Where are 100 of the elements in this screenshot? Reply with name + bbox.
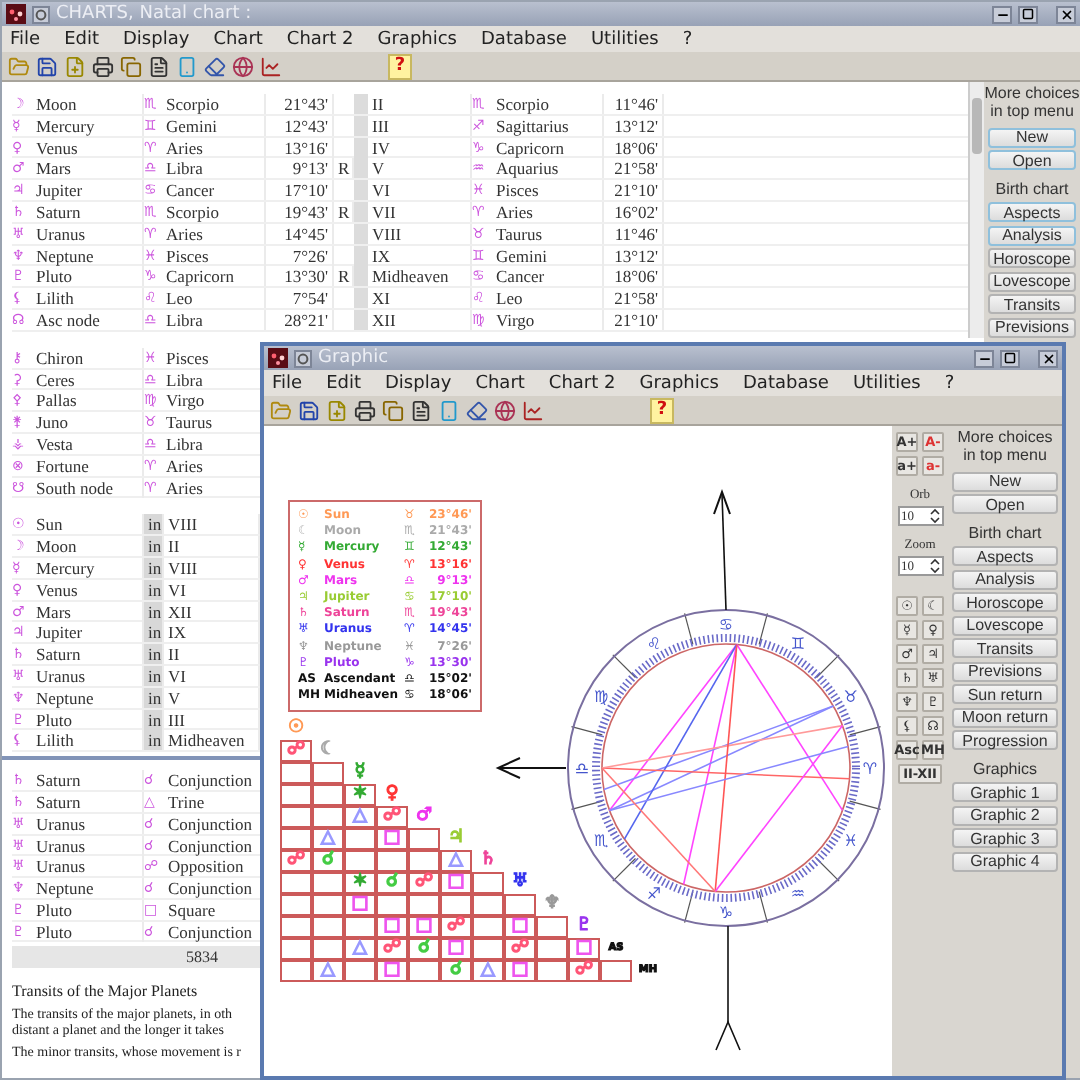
close-button[interactable]	[1056, 5, 1076, 23]
circle-icon[interactable]	[294, 349, 312, 367]
document-icon[interactable]	[410, 399, 432, 421]
zodiac-sign-glyph: ♍	[594, 688, 609, 706]
house-name: XII	[368, 309, 472, 330]
degree-value: 21°58'	[604, 158, 664, 179]
minimize-button[interactable]	[974, 349, 994, 367]
document-icon[interactable]	[148, 55, 170, 77]
house-name: V	[368, 158, 472, 179]
close-icon	[1059, 7, 1073, 21]
panel-button[interactable]: Graphic 1	[952, 782, 1058, 802]
panel-button[interactable]: Graphic 2	[952, 805, 1058, 825]
panel-button[interactable]: Open	[952, 494, 1058, 514]
point-name: Fortune	[32, 455, 144, 476]
printer-icon[interactable]	[354, 399, 376, 421]
panel-button[interactable]: Previsions	[988, 317, 1076, 337]
zodiac-sign-glyph: ♎	[574, 760, 590, 778]
menu-item[interactable]: Database	[743, 373, 829, 393]
degree-value: 9°13'	[266, 158, 334, 179]
eraser-icon[interactable]	[204, 55, 226, 77]
line-chart-icon[interactable]	[522, 399, 544, 421]
in-label: in	[144, 536, 164, 557]
aspect-glyph: ☍	[510, 940, 530, 958]
degree-value: 11°46'	[604, 223, 664, 244]
close-button[interactable]	[1038, 349, 1058, 367]
panel-button[interactable]: Previsions	[952, 661, 1058, 681]
panel-button[interactable]: Aspects	[952, 546, 1058, 566]
menu-item[interactable]: Graphics	[377, 29, 457, 49]
aspect-cell	[280, 806, 312, 828]
panel-button[interactable]: Aspects	[988, 202, 1076, 222]
panel-button[interactable]: Graphic 3	[952, 828, 1058, 848]
menu-item[interactable]: Utilities	[590, 29, 659, 49]
save-icon[interactable]	[36, 55, 58, 77]
menu-item[interactable]: Edit	[64, 29, 99, 49]
panel-heading: Graphics	[972, 759, 1037, 777]
house-name: Midheaven	[368, 266, 472, 287]
eraser-icon[interactable]	[466, 399, 488, 421]
save-icon[interactable]	[298, 399, 320, 421]
menu-item[interactable]: Display	[385, 373, 452, 393]
maximize-button[interactable]	[1000, 349, 1020, 367]
panel-button[interactable]: Analysis	[988, 225, 1076, 245]
minimize-button[interactable]	[992, 5, 1012, 23]
menu-item[interactable]: ?	[682, 29, 693, 49]
globe-icon[interactable]	[232, 55, 254, 77]
menu-item[interactable]: File	[10, 29, 41, 49]
menu-item[interactable]: Database	[481, 29, 567, 49]
sign-name: Aries	[162, 223, 266, 244]
panel-button[interactable]: Moon return	[952, 707, 1058, 727]
menu-item[interactable]: Edit	[326, 373, 361, 393]
aspect-glyph: ☌	[449, 962, 463, 980]
panel-button[interactable]: Horoscope	[988, 248, 1076, 268]
aspect-glyph: □	[383, 918, 401, 936]
panel-button[interactable]: New	[952, 471, 1058, 491]
globe-icon[interactable]	[494, 399, 516, 421]
menu-item[interactable]: Chart	[475, 373, 525, 393]
planet-name: Pluto	[32, 899, 144, 920]
menu-item[interactable]: Chart 2	[548, 373, 616, 393]
menu-item[interactable]: Utilities	[852, 373, 921, 393]
menu-item[interactable]: Display	[123, 29, 190, 49]
sign-name: Cancer	[492, 266, 604, 287]
menu-item[interactable]: Chart	[213, 29, 263, 49]
panel-button[interactable]: Transits	[952, 638, 1058, 658]
scrollbar[interactable]	[968, 82, 984, 338]
sign-name: Libra	[162, 158, 266, 179]
panel-button[interactable]: Lovescope	[988, 271, 1076, 291]
sign-name: Gemini	[162, 115, 266, 136]
panel-button[interactable]: Progression	[952, 730, 1058, 750]
planet-name: Lilith	[32, 288, 144, 309]
aspect-glyph: ☍	[574, 962, 594, 980]
menu-item[interactable]: ?	[944, 373, 955, 393]
close-icon	[1041, 351, 1055, 365]
panel-button[interactable]: Graphic 4	[952, 851, 1058, 871]
maximize-button[interactable]	[1018, 5, 1038, 23]
panel-button[interactable]: Sun return	[952, 684, 1058, 704]
aspect-glyph: △	[449, 852, 463, 870]
panel-button[interactable]: Open	[988, 150, 1076, 170]
sign-name: Leo	[162, 288, 266, 309]
aspect-glyph: ☍	[286, 852, 306, 870]
sign-name: Capricorn	[492, 137, 604, 158]
help-button[interactable]: ?	[388, 53, 412, 79]
menu-item[interactable]: File	[272, 373, 303, 393]
circle-icon[interactable]	[32, 5, 50, 23]
panel-button[interactable]: New	[988, 127, 1076, 147]
vertical-axis-line	[715, 925, 741, 1051]
degree-value: 18°06'	[604, 266, 664, 287]
menu-item[interactable]: Graphics	[639, 373, 719, 393]
point-name: South node	[32, 477, 144, 498]
panel-button[interactable]: Horoscope	[952, 592, 1058, 612]
panel-button[interactable]: Lovescope	[952, 615, 1058, 635]
panel-button[interactable]: Transits	[988, 294, 1076, 314]
line-chart-icon[interactable]	[260, 55, 282, 77]
printer-icon[interactable]	[92, 55, 114, 77]
panel-button[interactable]: Analysis	[952, 569, 1058, 589]
aspect-glyph: ☌	[385, 874, 399, 892]
help-button[interactable]: ?	[650, 397, 674, 423]
planet-name: Uranus	[32, 223, 144, 244]
in-label: in	[144, 622, 164, 643]
menu-item[interactable]: Chart 2	[286, 29, 354, 49]
in-label: in	[144, 687, 164, 708]
planet-name: Asc node	[32, 309, 144, 330]
